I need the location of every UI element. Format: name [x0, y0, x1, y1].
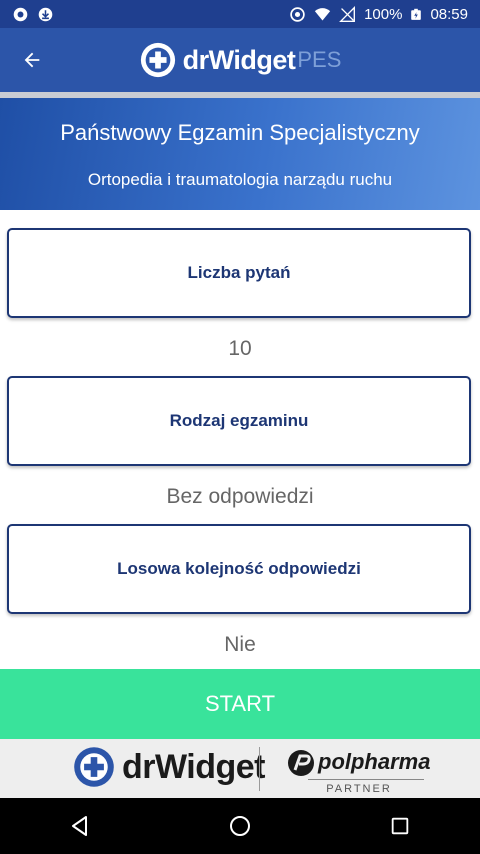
- question-count-value: 10: [228, 337, 252, 360]
- drwidget-footer-logo-icon: [74, 747, 114, 787]
- battery-charging-icon: [411, 8, 422, 20]
- start-button[interactable]: START: [0, 669, 480, 739]
- exam-type-value: Bez odpowiedzi: [166, 485, 314, 508]
- no-signal-icon: [339, 5, 356, 22]
- polpharma-logo-icon: [288, 750, 314, 776]
- nav-home-icon: [230, 816, 250, 836]
- logo-subtext: PES: [297, 47, 342, 72]
- random-order-value: Nie: [224, 633, 256, 656]
- random-order-button[interactable]: Losowa kolejność odpowiedzi: [7, 524, 471, 614]
- exam-type-button[interactable]: Rodzaj egzaminu: [7, 376, 471, 466]
- footer-divider: [259, 747, 260, 791]
- data-saver-icon: [290, 6, 305, 22]
- download-icon: [38, 7, 53, 21]
- status-bar: 100% 08:59: [0, 0, 480, 28]
- footer-brand: drWidget: [72, 745, 266, 789]
- exam-header-banner: Państwowy Egzamin Specjalistyczny Ortope…: [0, 98, 480, 210]
- app-logo: drWidget PES: [139, 41, 342, 79]
- question-count-label: Liczba pytań: [187, 263, 291, 282]
- notification-circle-icon: [13, 7, 28, 21]
- nav-home-button[interactable]: [210, 798, 270, 854]
- logo-text: drWidget: [182, 44, 296, 75]
- partner-footer: drWidget polpharma PARTNER: [0, 739, 480, 798]
- partner-name: polpharma: [318, 749, 431, 774]
- start-button-label: START: [204, 691, 276, 716]
- battery-percent: 100%: [364, 5, 403, 23]
- status-left: [12, 6, 54, 23]
- nav-back-icon: [72, 816, 87, 836]
- back-button[interactable]: [16, 44, 48, 76]
- app-bar: drWidget PES: [0, 28, 480, 92]
- nav-recents-button[interactable]: [370, 798, 430, 854]
- partner-underline: [308, 779, 424, 780]
- question-count-button[interactable]: Liczba pytań: [7, 228, 471, 318]
- nav-back-button[interactable]: [50, 798, 110, 854]
- exam-type-label: Rodzaj egzaminu: [169, 411, 309, 430]
- partner-logo: polpharma PARTNER: [284, 745, 434, 795]
- footer-brand-text: drWidget: [122, 747, 266, 786]
- partner-label: PARTNER: [326, 783, 392, 795]
- system-nav-bar: [0, 798, 480, 854]
- clock: 08:59: [430, 5, 468, 23]
- random-order-label: Losowa kolejność odpowiedzi: [117, 559, 361, 578]
- nav-recents-icon: [391, 817, 409, 835]
- exam-title: Państwowy Egzamin Specjalistyczny: [60, 120, 420, 145]
- screen: 100% 08:59 drWidget PES Państwowy Egzami…: [0, 0, 480, 854]
- status-right: 100% 08:59: [289, 6, 468, 23]
- drwidget-logo-icon: [140, 42, 175, 78]
- exam-specialty: Ortopedia i traumatologia narządu ruchu: [87, 170, 393, 189]
- wifi-icon: [314, 7, 331, 20]
- arrow-left-icon: [24, 52, 40, 68]
